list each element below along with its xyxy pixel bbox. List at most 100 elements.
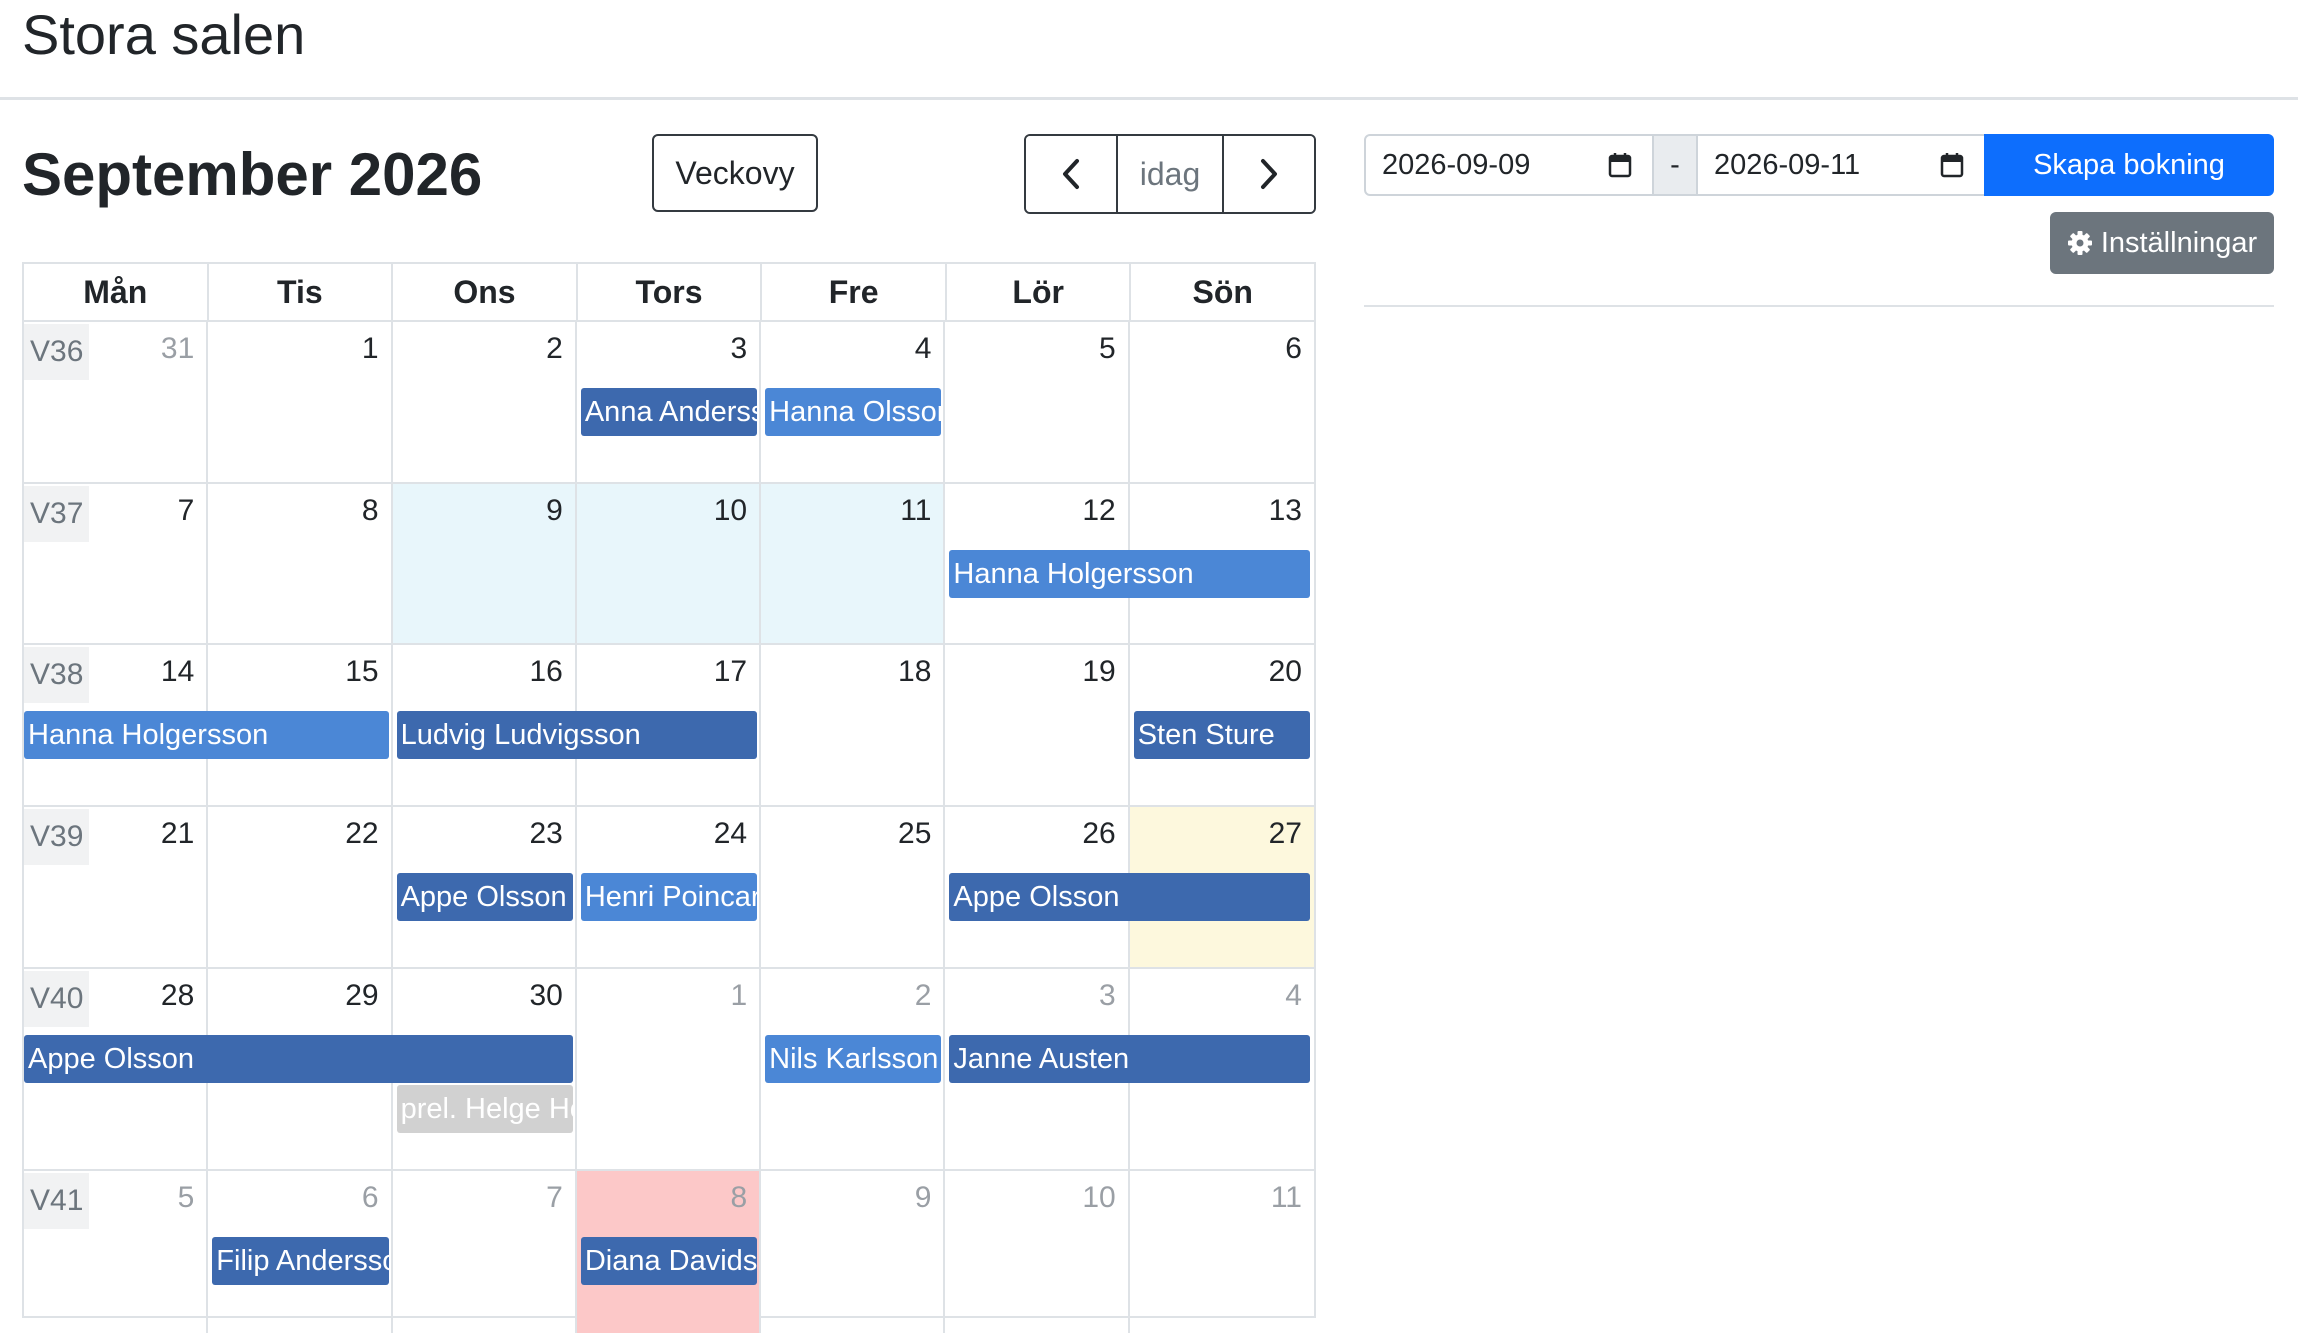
today-button[interactable]: idag xyxy=(1116,136,1224,212)
day-cell[interactable]: 8 xyxy=(208,484,393,643)
day-cell[interactable]: 9 xyxy=(761,1171,946,1333)
day-cell[interactable]: 1 xyxy=(208,322,393,482)
day-cell[interactable]: 10 xyxy=(945,1171,1130,1333)
booking-event[interactable]: Hanna Holgersson xyxy=(949,550,1310,598)
day-number: 4 xyxy=(1285,979,1302,1012)
day-number: 31 xyxy=(160,332,195,365)
day-number: 19 xyxy=(1082,655,1116,688)
booking-event[interactable]: Diana Davidss xyxy=(580,1237,758,1285)
day-cell[interactable]: 6 xyxy=(1130,322,1314,482)
day-number: 1 xyxy=(730,979,748,1012)
day-number: 6 xyxy=(361,1181,379,1214)
prev-month-button[interactable] xyxy=(1026,136,1116,212)
date-from-value: 2026-09-09 xyxy=(1382,148,1531,181)
day-number: 10 xyxy=(1082,1181,1116,1214)
day-number: 17 xyxy=(713,655,748,688)
day-number: 7 xyxy=(546,1181,563,1214)
day-number: 22 xyxy=(345,817,379,850)
day-number: 28 xyxy=(160,979,195,1012)
day-number: 9 xyxy=(914,1181,932,1214)
day-number: 2 xyxy=(546,332,563,365)
week-row: 14 15 16 17 18 19 20 V38 Hanna Holgersson Ludvig … xyxy=(24,645,1314,807)
day-cell[interactable]: 1 xyxy=(577,969,762,1169)
day-cell[interactable]: 11 xyxy=(1130,1171,1314,1333)
day-number: 12 xyxy=(1082,494,1116,527)
weekday-header-cell: Sön xyxy=(1192,273,1253,310)
day-number: 21 xyxy=(160,817,195,850)
week-number-label: V37 xyxy=(24,486,90,542)
day-cell[interactable]: 25 xyxy=(761,807,946,967)
weekday-header-cell: Tors xyxy=(578,264,763,320)
day-number: 23 xyxy=(529,817,563,850)
booking-event[interactable]: Henri Poincar xyxy=(580,873,758,921)
day-number: 16 xyxy=(529,655,563,688)
month-title: September 2026 xyxy=(22,141,483,208)
settings-label: Inställningar xyxy=(2100,226,2258,259)
booking-event[interactable]: Nils Karlsson xyxy=(765,1035,942,1083)
booking-event[interactable]: Ludvig Ludvigsson xyxy=(396,711,758,759)
settings-button[interactable]: Inställningar xyxy=(2050,212,2274,274)
booking-event[interactable]: Hanna Holgersson xyxy=(24,711,389,759)
month-calendar: Mån Tis Ons Tors Fre Lör Sön 31 1 2 3 4 5 6 V36 Anna A… xyxy=(22,262,1316,1333)
calendar-icon[interactable] xyxy=(1608,152,1632,178)
date-from-input[interactable]: 2026-09-09 xyxy=(1364,134,1654,196)
next-month-button[interactable] xyxy=(1224,136,1314,212)
weekday-header-cell: Mån xyxy=(24,264,209,320)
create-booking-button[interactable]: Skapa bokning xyxy=(1984,134,2274,196)
day-cell[interactable]: 10 xyxy=(576,484,762,643)
booking-event[interactable]: Appe Olsson xyxy=(24,1035,573,1083)
day-number: 30 xyxy=(529,979,563,1012)
day-number: 14 xyxy=(160,655,195,688)
calendar-icon[interactable] xyxy=(1940,152,1964,178)
day-cell[interactable]: 22 xyxy=(208,807,393,967)
date-to-input[interactable]: 2026-09-11 xyxy=(1696,134,1986,196)
day-cell[interactable]: 11 xyxy=(761,484,946,643)
day-number: 20 xyxy=(1268,655,1302,688)
weekday-header-cell: Lör xyxy=(947,264,1132,320)
day-number: 2 xyxy=(914,979,932,1012)
day-cell[interactable]: 7 xyxy=(393,1171,577,1333)
booking-event[interactable]: Filip Andersso xyxy=(212,1237,389,1285)
weekday-header-cell: Ons xyxy=(393,264,578,320)
day-cell[interactable]: 5 xyxy=(945,322,1130,482)
day-number: 25 xyxy=(898,817,932,850)
week-number-label: V40 xyxy=(24,971,90,1027)
day-number: 18 xyxy=(898,655,932,688)
date-range-separator: - xyxy=(1652,134,1698,196)
day-number: 10 xyxy=(713,494,748,527)
booking-event[interactable]: Sten Sture xyxy=(1133,711,1310,759)
day-number: 9 xyxy=(546,494,563,527)
week-number-label: V36 xyxy=(24,324,90,380)
day-number: 11 xyxy=(1270,1181,1302,1214)
booking-event[interactable]: Appe Olsson xyxy=(396,873,573,921)
week-view-button[interactable]: Veckovy xyxy=(652,134,818,212)
month-navigation: idag xyxy=(1024,134,1316,214)
day-number: 6 xyxy=(1285,332,1302,365)
day-number: 4 xyxy=(914,332,932,365)
day-number: 7 xyxy=(177,494,195,527)
week-row: 21 22 23 24 25 26 27 V39 Appe Olsson Henri Poinca… xyxy=(24,807,1314,969)
chevron-right-icon xyxy=(1261,159,1277,189)
booking-event[interactable]: Hanna Olsson xyxy=(765,388,942,436)
day-number: 15 xyxy=(345,655,379,688)
week-row: 5 6 7 8 9 10 11 V41 Filip Andersso Diana Davidss xyxy=(24,1171,1314,1333)
preliminary-booking-event[interactable]: prel. Helge Ho xyxy=(396,1085,573,1133)
day-cell[interactable]: 19 xyxy=(945,645,1130,805)
day-cell[interactable]: 18 xyxy=(761,645,946,805)
day-number: 3 xyxy=(1099,979,1116,1012)
day-cell[interactable]: 9 xyxy=(392,484,577,643)
day-number: 3 xyxy=(730,332,748,365)
weekday-header-cell: Fre xyxy=(762,264,947,320)
day-number: 13 xyxy=(1268,494,1302,527)
weekday-header-cell: Tis xyxy=(209,264,394,320)
day-number: 1 xyxy=(361,332,379,365)
date-to-value: 2026-09-11 xyxy=(1714,148,1861,181)
day-number: 11 xyxy=(900,494,932,527)
booking-event[interactable]: Anna Anderss xyxy=(580,388,758,436)
booking-event[interactable]: Appe Olsson xyxy=(949,873,1310,921)
booking-event[interactable]: Janne Austen xyxy=(949,1035,1310,1083)
chevron-left-icon xyxy=(1063,159,1079,189)
week-number-label: V41 xyxy=(24,1173,90,1229)
day-number: 29 xyxy=(345,979,379,1012)
day-cell[interactable]: 2 xyxy=(393,322,577,482)
